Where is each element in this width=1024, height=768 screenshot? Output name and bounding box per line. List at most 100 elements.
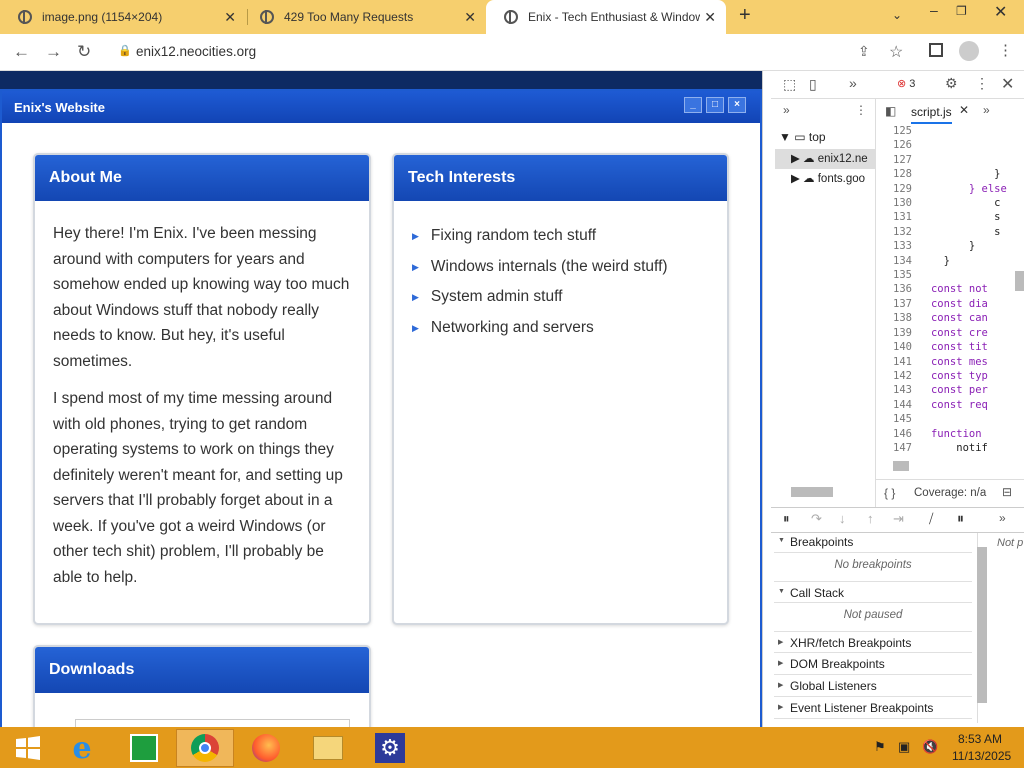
toggle-navigator-icon[interactable]: ◧ <box>885 104 896 118</box>
taskbar-settings[interactable]: ⚙ <box>362 729 418 767</box>
debugger-scrollbar[interactable] <box>977 547 987 703</box>
code-line: 147 notif <box>893 441 988 454</box>
flag-icon[interactable]: ⚑ <box>874 739 886 755</box>
taskbar-ie[interactable]: e <box>54 729 110 767</box>
error-count-badge[interactable]: ⊗ 3 <box>897 77 915 90</box>
code-line: 137 const dia <box>893 297 988 310</box>
window-minimize-button[interactable]: _ <box>684 97 702 113</box>
tab-title: image.png (1154×204) <box>42 10 163 24</box>
debugger-more-icon[interactable]: » <box>999 511 1006 525</box>
bullet-icon: ▶ <box>412 292 419 302</box>
downloads-list-box <box>75 719 350 727</box>
pretty-print-icon[interactable]: { } <box>884 486 895 500</box>
section-dom-breakpoints[interactable]: DOM Breakpoints <box>774 653 972 675</box>
settings-gear-icon: ⚙ <box>375 733 405 763</box>
tab-close-icon[interactable]: ✕ <box>464 9 476 26</box>
menu-kebab-icon[interactable]: ⋮ <box>998 41 1013 59</box>
lock-icon[interactable]: 🔒 <box>118 44 132 57</box>
code-line: 126 <box>893 139 912 152</box>
code-line: 140 const tit <box>893 341 988 354</box>
share-icon[interactable]: ⇪ <box>858 43 870 60</box>
editor-more-icon[interactable]: » <box>983 103 990 117</box>
list-item: ▶ Windows internals (the weird stuff) <box>412 257 668 275</box>
interests-card: Tech Interests ▶ Fixing random tech stuff… <box>392 153 729 625</box>
about-card: About Me Hey there! I'm Enix. I've been … <box>33 153 371 625</box>
step-icon[interactable]: ⇥ <box>893 511 904 527</box>
step-into-icon[interactable]: ↓ <box>839 511 846 526</box>
tab-script-js[interactable]: script.js <box>911 105 952 124</box>
step-over-icon[interactable]: ↷ <box>811 511 822 527</box>
globe-icon <box>18 10 32 24</box>
navigator-menu-icon[interactable]: ⋮ <box>855 103 867 117</box>
section-breakpoints[interactable]: Breakpoints <box>774 531 972 553</box>
bookmark-star-icon[interactable]: ☆ <box>889 42 903 62</box>
tree-fonts[interactable]: ▶ ☁ fonts.goo <box>791 171 875 185</box>
network-icon[interactable]: ▣ <box>898 739 910 755</box>
reload-icon[interactable]: ↻ <box>77 42 91 62</box>
address-bar[interactable]: enix12.neocities.org <box>136 44 256 59</box>
clock-date[interactable]: 11/13/2025 <box>952 749 1011 763</box>
file-tab-close-icon[interactable]: ✕ <box>959 103 969 117</box>
pause-on-exceptions-icon[interactable]: ⏸ <box>957 510 964 527</box>
device-toggle-icon[interactable]: ▯ <box>809 76 817 93</box>
code-line: 146 function <box>893 427 982 440</box>
interests-heading: Tech Interests <box>394 155 727 201</box>
tab-enix[interactable]: Enix - Tech Enthusiast & Window ✕ <box>486 0 726 34</box>
window-maximize-button[interactable]: □ <box>706 97 724 113</box>
navigator-scrollbar[interactable] <box>791 487 833 497</box>
restore-icon[interactable]: ❐ <box>956 4 967 18</box>
editor-hscrollbar[interactable] <box>893 461 909 471</box>
folder-icon <box>313 736 343 760</box>
tab-429[interactable]: 429 Too Many Requests ✕ <box>242 0 486 34</box>
list-item: ▶ Fixing random tech stuff <box>412 227 597 244</box>
tab-close-icon[interactable]: ✕ <box>704 9 716 26</box>
tab-strip: image.png (1154×204) ✕ 429 Too Many Requ… <box>0 0 1024 34</box>
inspect-icon[interactable]: ⬚ <box>783 76 796 93</box>
deactivate-breakpoints-icon[interactable]: ⧸ <box>929 511 933 527</box>
section-call-stack[interactable]: Call Stack <box>774 581 972 603</box>
close-window-icon[interactable]: ✕ <box>994 2 1007 22</box>
code-line: 136 const not <box>893 283 988 296</box>
devtools-menu-icon[interactable]: ⋮ <box>975 75 989 92</box>
code-line: 128 } <box>893 168 1001 181</box>
tree-top[interactable]: ▼ ▭ top <box>779 130 826 144</box>
list-item: ▶ System admin stuff <box>412 288 563 305</box>
forward-icon[interactable]: → <box>45 42 62 62</box>
code-editor[interactable]: 125 126 127 128 } 129 } else 130 c 131 s 132… <box>876 124 1024 455</box>
tab-image-png[interactable]: image.png (1154×204) ✕ <box>0 0 246 34</box>
tab-search-icon[interactable]: ⌄ <box>892 8 902 22</box>
pause-icon[interactable]: ⏸ <box>783 511 790 527</box>
section-global-listeners[interactable]: Global Listeners <box>774 675 972 697</box>
taskbar-firefox[interactable] <box>238 729 294 767</box>
more-panels-icon[interactable]: » <box>849 75 857 91</box>
scope-not-paused: Not p <box>997 537 1024 549</box>
section-event-listener-breakpoints[interactable]: Event Listener Breakpoints <box>774 697 972 719</box>
start-button[interactable] <box>0 729 56 767</box>
back-icon[interactable]: ← <box>13 42 30 62</box>
section-xhr-breakpoints[interactable]: XHR/fetch Breakpoints <box>774 631 972 653</box>
settings-gear-icon[interactable]: ⚙ <box>945 75 958 92</box>
taskbar-store[interactable] <box>116 729 172 767</box>
code-line: 142 const typ <box>893 369 988 382</box>
clock-time[interactable]: 8:53 AM <box>958 732 1002 746</box>
tree-enix[interactable]: ▶ ☁ enix12.ne <box>791 151 875 165</box>
new-tab-button[interactable]: + <box>739 4 751 27</box>
volume-muted-icon[interactable]: 🔇 <box>922 739 938 755</box>
devtools-close-icon[interactable]: ✕ <box>1001 74 1014 94</box>
code-line: 127 <box>893 153 912 166</box>
taskbar-chrome[interactable] <box>176 729 234 767</box>
profile-avatar[interactable] <box>959 41 979 61</box>
window-close-button[interactable]: × <box>728 97 746 113</box>
minimize-icon[interactable]: – <box>930 2 938 18</box>
code-line: 145 <box>893 413 912 426</box>
sources-more-icon[interactable]: » <box>783 103 790 117</box>
tab-close-icon[interactable]: ✕ <box>224 9 236 26</box>
tab-title: Enix - Tech Enthusiast & Window <box>528 10 700 24</box>
windows-logo-icon <box>16 736 40 760</box>
editor-footer: { } Coverage: n/a ⊟ <box>876 479 1024 507</box>
taskbar-file-explorer[interactable] <box>300 729 356 767</box>
side-panel-icon[interactable] <box>929 43 943 57</box>
coverage-icon[interactable]: ⊟ <box>1002 485 1012 499</box>
about-heading: About Me <box>35 155 369 201</box>
step-out-icon[interactable]: ↑ <box>867 511 874 526</box>
